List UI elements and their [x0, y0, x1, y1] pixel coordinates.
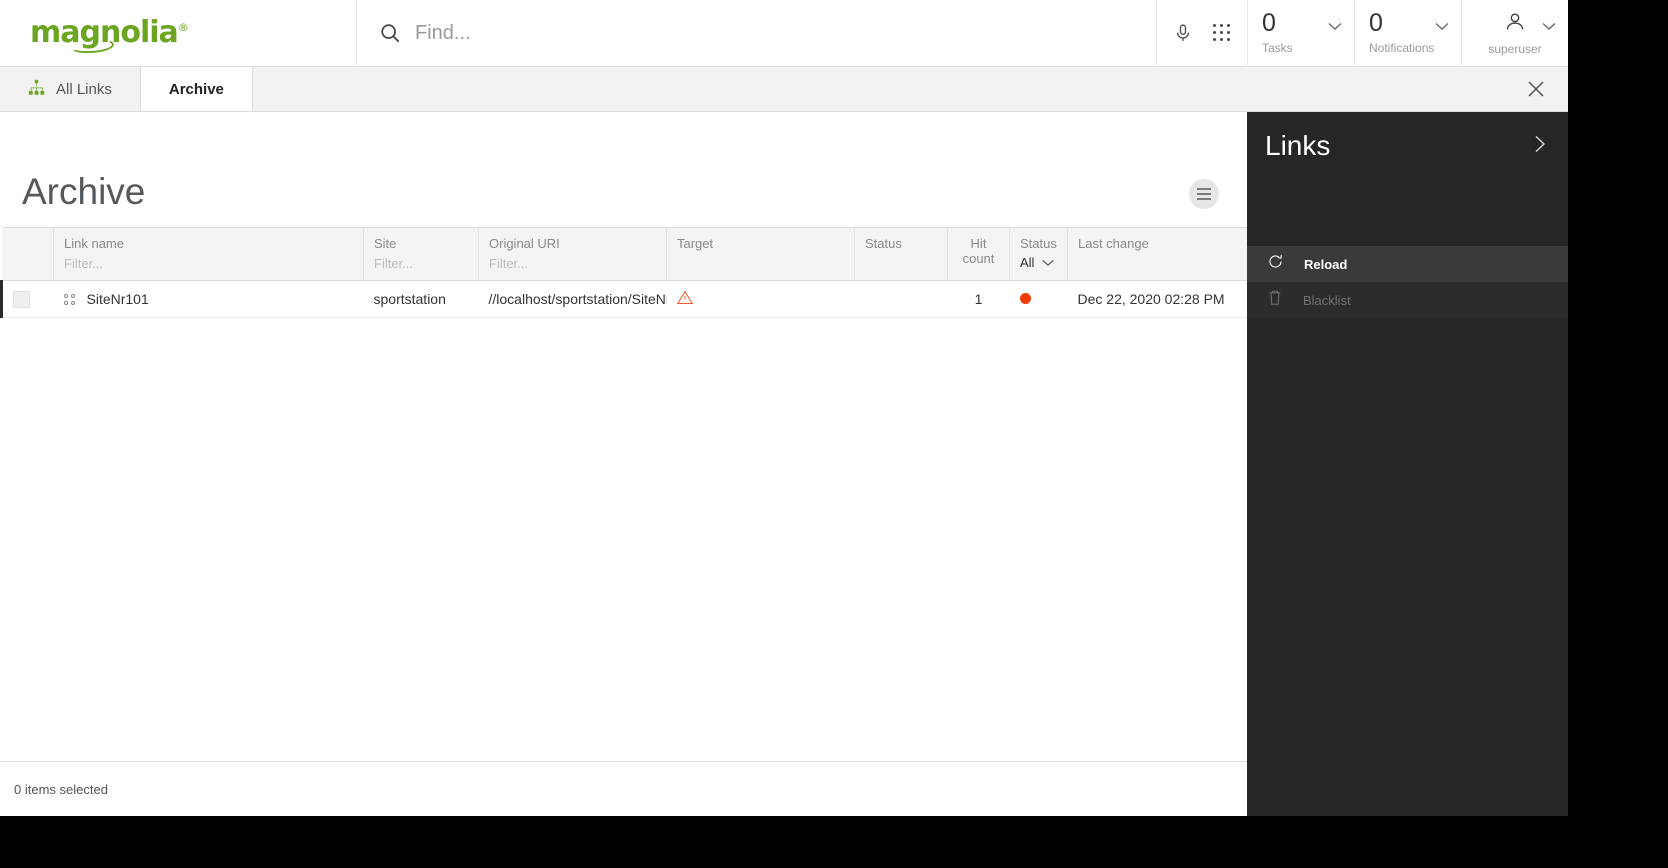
trash-icon — [1267, 289, 1283, 311]
list-view-icon[interactable] — [1189, 179, 1219, 209]
table-body: SiteNr101 sportstation //localhost/sport… — [2, 281, 1249, 318]
status-filter-value: All — [1020, 255, 1034, 270]
microphone-icon[interactable] — [1173, 23, 1193, 43]
cell-site: sportstation — [364, 281, 479, 318]
col-status-filter[interactable]: Status All — [1010, 228, 1068, 281]
app-body: Archive Link name Filter... — [0, 112, 1568, 816]
col-site[interactable]: Site Filter... — [364, 228, 479, 281]
links-table: Link name Filter... Site Filter... Origi… — [0, 227, 1249, 318]
col-hit-count[interactable]: Hit count — [948, 228, 1010, 281]
table-header: Link name Filter... Site Filter... Origi… — [2, 228, 1249, 281]
cell-last-change: Dec 22, 2020 02:28 PM — [1068, 281, 1249, 318]
notifications-label: Notifications — [1369, 41, 1461, 55]
col-select-all[interactable] — [2, 228, 54, 281]
magnolia-app-shell: magnolia® — [0, 0, 1568, 816]
row-select-cell[interactable] — [2, 281, 54, 318]
col-last-change[interactable]: Last change — [1068, 228, 1249, 281]
cell-hit-count: 1 — [948, 281, 1010, 318]
apps-grid-icon[interactable] — [1213, 24, 1231, 42]
content-area: Archive Link name Filter... — [0, 112, 1247, 816]
column-label: Original URI — [489, 236, 656, 251]
notifications-indicator[interactable]: 0 Notifications — [1354, 0, 1461, 66]
column-label: Hit count — [958, 236, 999, 266]
action-label: Reload — [1304, 257, 1347, 272]
chevron-down-icon[interactable] — [1328, 18, 1342, 36]
cell-target — [667, 281, 855, 318]
tab-archive[interactable]: Archive — [141, 67, 253, 111]
link-name-text: SiteNr101 — [87, 291, 149, 307]
cell-original-uri: //localhost/sportstation/SiteNr1 — [479, 281, 667, 318]
page-header: Archive — [0, 112, 1247, 227]
cell-status-dot — [1010, 281, 1068, 318]
action-label: Blacklist — [1303, 293, 1351, 308]
chevron-right-icon[interactable] — [1534, 135, 1546, 158]
action-blacklist[interactable]: Blacklist — [1247, 282, 1568, 318]
action-reload[interactable]: Reload — [1247, 246, 1568, 282]
column-filter-input[interactable]: Filter... — [64, 256, 353, 271]
magnolia-logo: magnolia® — [30, 18, 188, 48]
tab-label: All Links — [56, 81, 112, 98]
column-label: Link name — [64, 236, 353, 251]
tab-bar: All Links Archive — [0, 67, 1568, 112]
col-original-uri[interactable]: Original URI Filter... — [479, 228, 667, 281]
column-label: Status — [1020, 236, 1057, 251]
cell-link-name: SiteNr101 — [54, 281, 364, 318]
column-filter-input[interactable]: Filter... — [489, 256, 656, 271]
table-header-row: Link name Filter... Site Filter... Origi… — [2, 228, 1249, 281]
user-name: superuser — [1488, 42, 1541, 56]
header-icon-group — [1157, 0, 1247, 66]
tab-all-links[interactable]: All Links — [0, 67, 141, 111]
chevron-down-icon[interactable] — [1435, 18, 1449, 36]
status-bar: 0 items selected — [0, 761, 1247, 816]
tasks-indicator[interactable]: 0 Tasks — [1247, 0, 1354, 66]
sitemap-icon — [28, 79, 45, 100]
action-bar-items: Reload Blacklist — [1247, 246, 1568, 318]
column-label: Last change — [1078, 236, 1238, 251]
tasks-label: Tasks — [1262, 41, 1354, 55]
page-title: Archive — [22, 171, 145, 213]
search-bar[interactable] — [357, 0, 1157, 66]
search-icon — [379, 22, 401, 44]
column-label: Status — [865, 236, 937, 251]
selection-count-label: 0 items selected — [14, 782, 108, 797]
link-node-icon — [64, 294, 75, 305]
action-bar: Links Reload — [1247, 112, 1568, 816]
column-label: Target — [677, 236, 844, 251]
logo-registered-mark: ® — [178, 21, 188, 34]
col-status-text[interactable]: Status — [855, 228, 948, 281]
logo-cell[interactable]: magnolia® — [0, 0, 357, 66]
reload-icon — [1267, 253, 1284, 275]
column-filter-input[interactable]: Filter... — [374, 256, 468, 271]
action-bar-title: Links — [1265, 130, 1330, 162]
col-target[interactable]: Target — [667, 228, 855, 281]
status-filter-select[interactable]: All — [1020, 255, 1057, 270]
action-bar-header: Links — [1247, 112, 1568, 162]
column-label: Site — [374, 236, 468, 251]
warning-triangle-icon — [677, 292, 693, 308]
search-input[interactable] — [415, 22, 1156, 45]
row-checkbox[interactable] — [13, 291, 30, 308]
close-icon[interactable] — [1526, 67, 1546, 111]
chevron-down-icon — [1042, 259, 1054, 267]
col-link-name[interactable]: Link name Filter... — [54, 228, 364, 281]
user-menu[interactable]: superuser — [1461, 0, 1568, 66]
chevron-down-icon[interactable] — [1542, 18, 1556, 36]
user-avatar-icon — [1504, 11, 1526, 38]
cell-status-text — [855, 281, 948, 318]
app-header: magnolia® — [0, 0, 1568, 67]
tab-label: Archive — [169, 81, 224, 98]
status-badge — [1020, 293, 1031, 304]
table-row[interactable]: SiteNr101 sportstation //localhost/sport… — [2, 281, 1249, 318]
